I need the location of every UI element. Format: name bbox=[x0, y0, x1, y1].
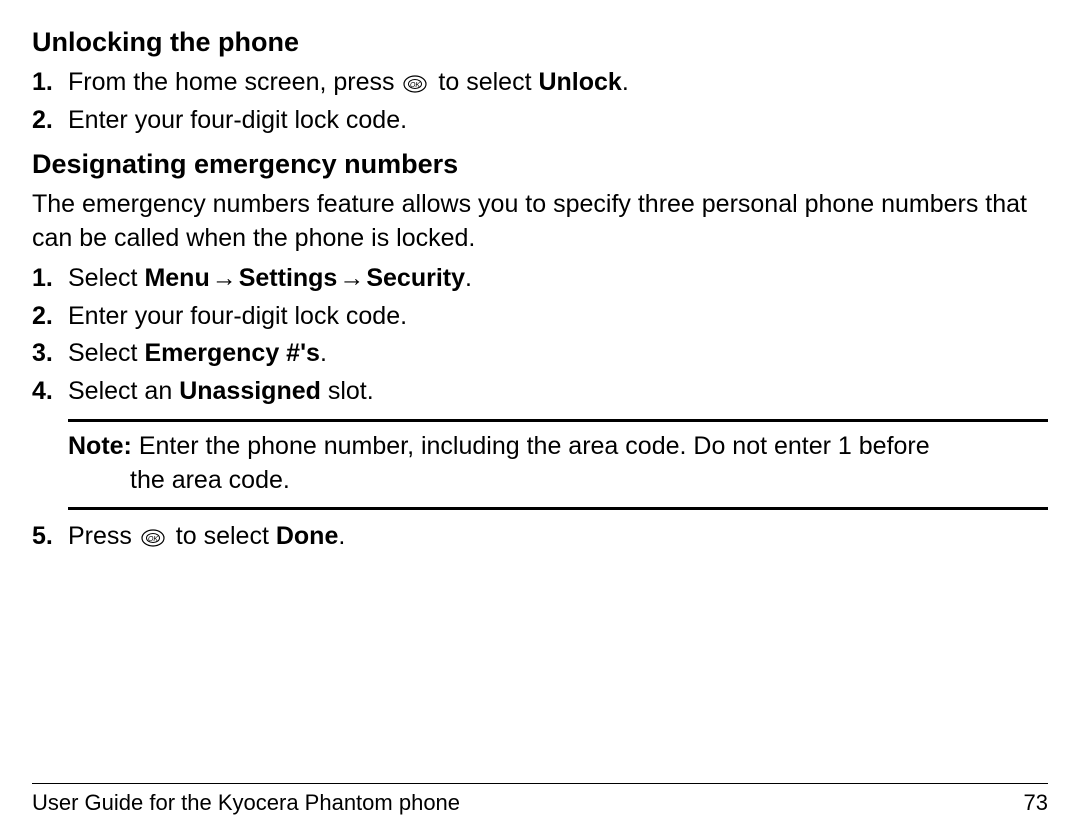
heading-emergency: Designating emergency numbers bbox=[32, 146, 1048, 182]
step-text: to select bbox=[169, 522, 276, 550]
step-number: 1. bbox=[32, 262, 53, 296]
note-block: Note: Enter the phone number, including … bbox=[68, 419, 1048, 511]
step-text: Enter your four-digit lock code. bbox=[68, 106, 407, 134]
step-bold: Emergency #'s bbox=[144, 339, 320, 367]
step-bold: Settings bbox=[239, 264, 338, 292]
step-text: Select bbox=[68, 339, 144, 367]
document-content: Unlocking the phone 1. From the home scr… bbox=[32, 24, 1048, 554]
list-item: 2. Enter your four-digit lock code. bbox=[68, 104, 1048, 138]
step-text: . bbox=[465, 264, 472, 292]
arrow-icon: → bbox=[212, 262, 237, 296]
note-text: Enter the phone number, including the ar… bbox=[132, 432, 930, 460]
step-text: slot. bbox=[321, 377, 374, 405]
step-bold: Security bbox=[366, 264, 465, 292]
step-bold: Menu bbox=[144, 264, 209, 292]
intro-paragraph: The emergency numbers feature allows you… bbox=[32, 188, 1048, 256]
steps-list-2: 1. Select Menu → Settings → Security. 2.… bbox=[32, 262, 1048, 409]
ok-button-icon: OK bbox=[141, 523, 165, 557]
step-text: Select bbox=[68, 264, 144, 292]
list-item: 2. Enter your four-digit lock code. bbox=[68, 300, 1048, 334]
step-number: 5. bbox=[32, 520, 53, 554]
step-text: From the home screen, press bbox=[68, 68, 401, 96]
step-bold: Unassigned bbox=[179, 377, 321, 405]
note-line: the area code. bbox=[68, 464, 1048, 498]
list-item: 4. Select an Unassigned slot. bbox=[68, 375, 1048, 409]
page-number: 73 bbox=[1024, 790, 1048, 816]
heading-unlocking: Unlocking the phone bbox=[32, 24, 1048, 60]
page-footer: User Guide for the Kyocera Phantom phone… bbox=[32, 783, 1048, 816]
step-text: . bbox=[622, 68, 629, 96]
step-number: 2. bbox=[32, 300, 53, 334]
list-item: 3. Select Emergency #'s. bbox=[68, 337, 1048, 371]
step-text: Enter your four-digit lock code. bbox=[68, 302, 407, 330]
step-number: 3. bbox=[32, 337, 53, 371]
svg-text:OK: OK bbox=[148, 536, 158, 543]
step-text: to select bbox=[431, 68, 538, 96]
step-bold: Done bbox=[276, 522, 339, 550]
list-item: 1. From the home screen, press OK to sel… bbox=[68, 66, 1048, 100]
ok-button-icon: OK bbox=[403, 69, 427, 103]
note-line: Note: Enter the phone number, including … bbox=[68, 430, 1048, 464]
step-bold: Unlock bbox=[538, 68, 621, 96]
step-text: . bbox=[338, 522, 345, 550]
steps-list-3: 5. Press OK to select Done. bbox=[32, 520, 1048, 554]
note-label: Note: bbox=[68, 432, 132, 460]
steps-list-1: 1. From the home screen, press OK to sel… bbox=[32, 66, 1048, 138]
arrow-icon: → bbox=[339, 262, 364, 296]
svg-text:OK: OK bbox=[410, 82, 420, 89]
step-number: 2. bbox=[32, 104, 53, 138]
step-text: Select an bbox=[68, 377, 179, 405]
list-item: 1. Select Menu → Settings → Security. bbox=[68, 262, 1048, 296]
step-number: 4. bbox=[32, 375, 53, 409]
footer-title: User Guide for the Kyocera Phantom phone bbox=[32, 790, 460, 816]
step-text: . bbox=[320, 339, 327, 367]
step-number: 1. bbox=[32, 66, 53, 100]
list-item: 5. Press OK to select Done. bbox=[68, 520, 1048, 554]
step-text: Press bbox=[68, 522, 139, 550]
